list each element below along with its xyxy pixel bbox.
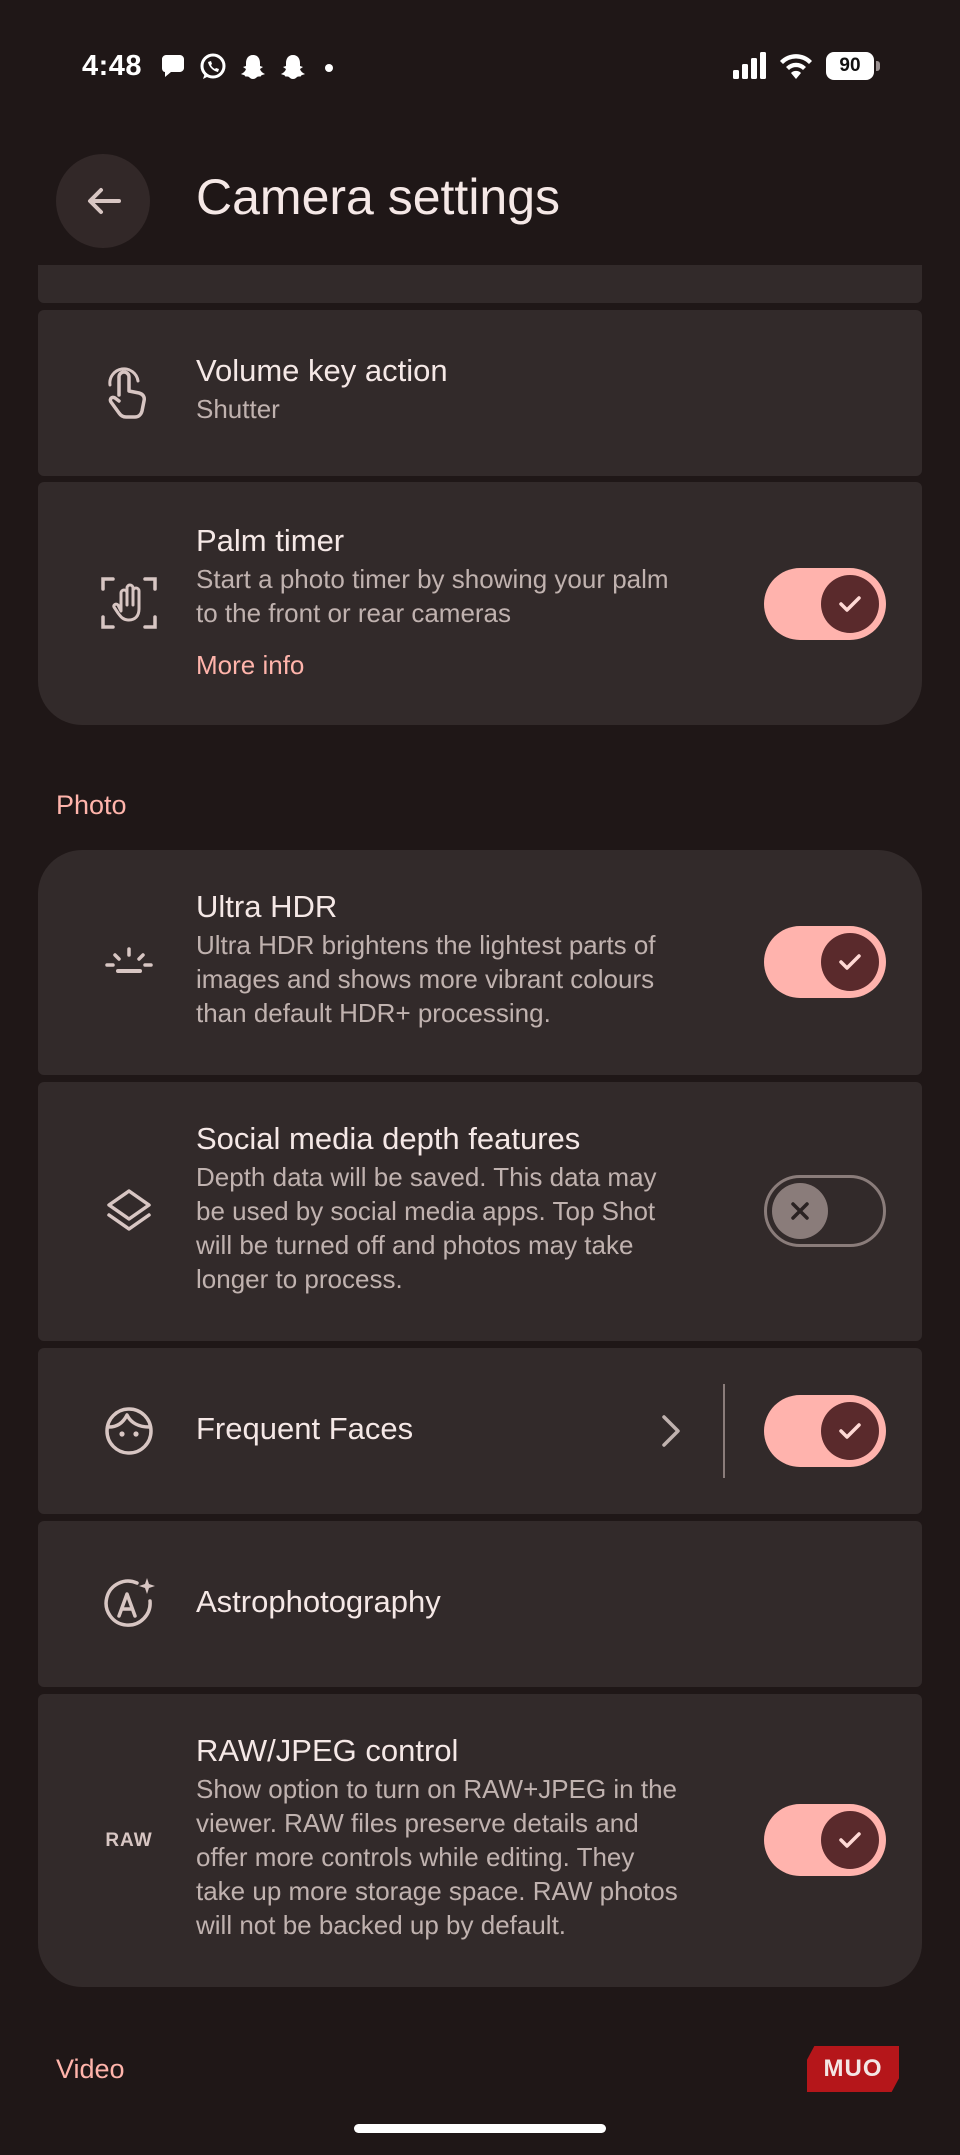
frequent-faces-title: Frequent Faces — [196, 1411, 414, 1446]
palm-icon — [96, 570, 162, 636]
notification-icons — [158, 52, 340, 82]
home-indicator[interactable] — [354, 2124, 606, 2133]
volume-key-action-value: Shutter — [196, 394, 280, 424]
palm-timer-toggle[interactable] — [764, 568, 886, 640]
raw-jpeg-description: Show option to turn on RAW+JPEG in the v… — [196, 1774, 678, 1940]
vertical-divider — [723, 1384, 725, 1478]
astro-icon — [96, 1571, 162, 1637]
close-icon — [791, 1202, 809, 1220]
chevron-right-icon[interactable] — [656, 1412, 684, 1455]
palm-timer-title: Palm timer — [196, 523, 345, 558]
raw-jpeg-toggle[interactable] — [764, 1804, 886, 1876]
system-icons: 90 — [732, 52, 880, 80]
social-media-depth-title: Social media depth features — [196, 1121, 581, 1156]
check-icon — [839, 1423, 861, 1439]
arrow-back-icon — [88, 188, 121, 214]
signal-icon — [733, 52, 766, 79]
snapchat-icon — [241, 55, 265, 79]
back-button[interactable] — [56, 154, 150, 248]
palm-timer-item[interactable]: Palm timer Start a photo timer by showin… — [38, 482, 922, 725]
volume-key-action-item[interactable]: Volume key action Shutter — [38, 310, 922, 476]
status-bar: 4:48 90 — [0, 0, 960, 140]
touch-icon — [96, 360, 162, 426]
check-icon — [839, 1832, 861, 1848]
status-time: 4:48 — [82, 50, 143, 82]
layers-icon — [96, 1178, 162, 1244]
frequent-faces-toggle[interactable] — [764, 1395, 886, 1467]
social-media-depth-toggle[interactable] — [764, 1175, 886, 1247]
check-icon — [839, 596, 861, 612]
whatsapp-icon — [200, 53, 226, 79]
list-item-partial[interactable] — [38, 265, 922, 303]
face-icon — [96, 1398, 162, 1464]
wifi-icon — [780, 54, 812, 79]
raw-jpeg-item[interactable]: RAW RAW/JPEG control Show option to turn… — [38, 1694, 922, 1987]
snapchat-icon — [281, 55, 305, 79]
raw-jpeg-title: RAW/JPEG control — [196, 1733, 459, 1768]
palm-timer-description: Start a photo timer by showing your palm… — [196, 564, 669, 628]
more-info-link[interactable]: More info — [196, 648, 669, 682]
social-media-depth-description: Depth data will be saved. This data may … — [196, 1162, 657, 1294]
ultra-hdr-item[interactable]: Ultra HDR Ultra HDR brightens the lighte… — [38, 850, 922, 1075]
hdr-sun-icon — [96, 930, 162, 996]
ultra-hdr-description: Ultra HDR brightens the lightest parts o… — [196, 930, 656, 1028]
page-title: Camera settings — [196, 169, 561, 225]
astrophotography-title: Astrophotography — [196, 1584, 441, 1619]
section-photo: Photo — [56, 790, 127, 820]
battery-icon: 90 — [826, 52, 880, 80]
frequent-faces-item[interactable]: Frequent Faces — [38, 1348, 922, 1514]
dot-icon — [325, 64, 333, 72]
check-icon — [839, 954, 861, 970]
astrophotography-item[interactable]: Astrophotography — [38, 1521, 922, 1687]
volume-key-action-title: Volume key action — [196, 353, 448, 388]
muo-watermark: MUO — [807, 2046, 899, 2092]
chat-icon — [162, 55, 184, 77]
raw-icon: RAW — [96, 1808, 162, 1874]
ultra-hdr-title: Ultra HDR — [196, 889, 338, 924]
social-media-depth-item[interactable]: Social media depth features Depth data w… — [38, 1082, 922, 1341]
battery-level: 90 — [826, 52, 874, 80]
raw-icon-label: RAW — [105, 1830, 153, 1851]
section-video: Video — [56, 2054, 125, 2084]
ultra-hdr-toggle[interactable] — [764, 926, 886, 998]
